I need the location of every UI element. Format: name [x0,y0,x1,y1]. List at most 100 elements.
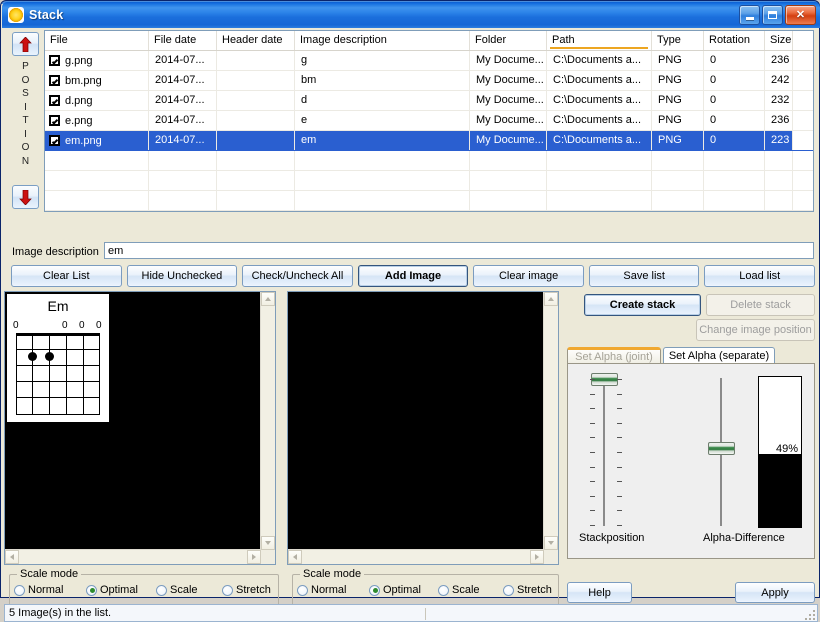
finger-dot [45,352,54,361]
chevron-down-icon [548,541,554,545]
column-header-image-description[interactable]: Image description [295,31,470,50]
help-button[interactable]: Help [567,582,632,603]
table-row[interactable]: g.png 2014-07... g My Docume... C:\Documents… [45,51,813,71]
horizontal-scrollbar-right[interactable] [288,549,544,564]
preview-panel-left[interactable]: Em 0 0 0 0 [4,291,276,565]
table-row-empty [45,151,813,171]
slider-tick [590,510,595,511]
add-image-button[interactable]: Add Image [357,265,469,287]
radio-label: Normal [28,584,64,596]
cell-size: 236 [765,111,793,130]
apply-button[interactable]: Apply [735,582,815,603]
scrollbar-corner [544,550,558,564]
slider-tick [590,467,595,468]
clear-image-button[interactable]: Clear image [473,265,584,287]
image-description-input[interactable] [104,242,814,259]
column-header-header-date[interactable]: Header date [217,31,295,50]
cell-description: d [295,91,470,110]
preview-panel-right[interactable] [287,291,559,565]
radio-scale-right[interactable]: Scale [438,584,503,596]
horizontal-scrollbar-left[interactable] [5,549,261,564]
table-row[interactable]: e.png 2014-07... e My Docume... C:\Documents… [45,111,813,131]
column-header-folder[interactable]: Folder [470,31,547,50]
table-row[interactable]: d.png 2014-07... d My Docume... C:\Documents… [45,91,813,111]
check-uncheck-all-button[interactable]: Check/Uncheck All [242,265,353,287]
maximize-button[interactable] [762,5,783,25]
position-letter: T [22,115,29,126]
scroll-right-button[interactable] [247,550,261,564]
column-header-type[interactable]: Type [652,31,704,50]
scroll-left-button[interactable] [288,550,302,564]
scroll-up-button[interactable] [261,292,275,306]
scroll-left-button[interactable] [5,550,19,564]
tab-set-alpha-separate[interactable]: Set Alpha (separate) [663,347,775,364]
scroll-up-button[interactable] [544,292,558,306]
column-header-size-bytes[interactable]: Size (Bytes) [765,31,793,50]
alpha-tab-body: Stackposition 49% Alpha-Difference [567,363,815,559]
hide-unchecked-button[interactable]: Hide Unchecked [126,265,238,287]
radio-optimal-right[interactable]: Optimal [369,584,438,596]
cell-text: e.png [65,114,93,127]
radio-scale-left[interactable]: Scale [156,584,222,596]
cell-path: C:\Documents a... [547,131,652,150]
fretboard-grid [16,333,100,415]
string-line [32,333,33,415]
radio-indicator [222,584,233,596]
radio-label: Optimal [100,584,138,596]
radio-stretch-right[interactable]: Stretch [503,584,552,596]
row-checkbox[interactable] [49,95,60,106]
vertical-scrollbar-right[interactable] [543,292,558,550]
cell-file-date: 2014-07... [149,91,217,110]
row-checkbox[interactable] [49,135,60,146]
stackposition-thumb[interactable] [591,373,618,386]
string-line [49,333,50,415]
column-header-file-date[interactable]: File date [149,31,217,50]
close-button[interactable]: ✕ [785,5,816,25]
load-list-button[interactable]: Load list [704,265,816,287]
create-stack-button[interactable]: Create stack [584,294,701,316]
image-list[interactable]: File File date Header date Image descriptio… [44,30,814,212]
column-header-rotation[interactable]: Rotation [704,31,765,50]
preview-canvas-left: Em 0 0 0 0 [5,292,261,550]
alpha-difference-gauge: 49% [758,376,802,528]
radio-normal-left[interactable]: Normal [14,584,86,596]
row-checkbox[interactable] [49,115,60,126]
cell-description: g [295,51,470,70]
title-bar: Stack ✕ [2,2,820,28]
table-row[interactable]: em.png 2014-07... em My Docume... C:\Documen… [45,131,813,151]
save-list-button[interactable]: Save list [588,265,700,287]
list-body[interactable]: g.png 2014-07... g My Docume... C:\Documents… [45,51,813,211]
radio-normal-right[interactable]: Normal [297,584,369,596]
move-up-arrow-icon [19,36,32,52]
row-checkbox[interactable] [49,75,60,86]
stackposition-track[interactable] [603,378,605,526]
radio-stretch-left[interactable]: Stretch [222,584,271,596]
scroll-right-button[interactable] [530,550,544,564]
column-header-file[interactable]: File [45,31,149,50]
row-checkbox[interactable] [49,55,60,66]
radio-indicator [297,584,308,596]
move-down-button[interactable] [12,185,39,209]
minimize-button[interactable] [739,5,760,25]
clear-list-button[interactable]: Clear List [11,265,122,287]
cell-path: C:\Documents a... [547,51,652,70]
cell-rotation: 0 [704,131,765,150]
position-letter: N [21,155,30,167]
radio-label: Stretch [236,584,271,596]
slider-tick [590,394,595,395]
position-strip: P O S I T I O N [9,30,42,212]
resize-grip-icon[interactable] [803,608,815,620]
cell-type: PNG [652,91,704,110]
slider-tick [617,437,622,438]
fret-line [16,349,100,350]
scroll-down-button[interactable] [544,536,558,550]
move-up-button[interactable] [12,32,39,56]
vertical-scrollbar-left[interactable] [260,292,275,550]
position-label: P O S I T I O N [9,60,42,168]
column-header-path[interactable]: Path [547,31,652,50]
client-area: P O S I T I O N File File date Header date… [4,29,818,622]
radio-optimal-left[interactable]: Optimal [86,584,156,596]
scroll-down-button[interactable] [261,536,275,550]
table-row[interactable]: bm.png 2014-07... bm My Docume... C:\Documen… [45,71,813,91]
alpha-difference-thumb[interactable] [708,442,735,455]
